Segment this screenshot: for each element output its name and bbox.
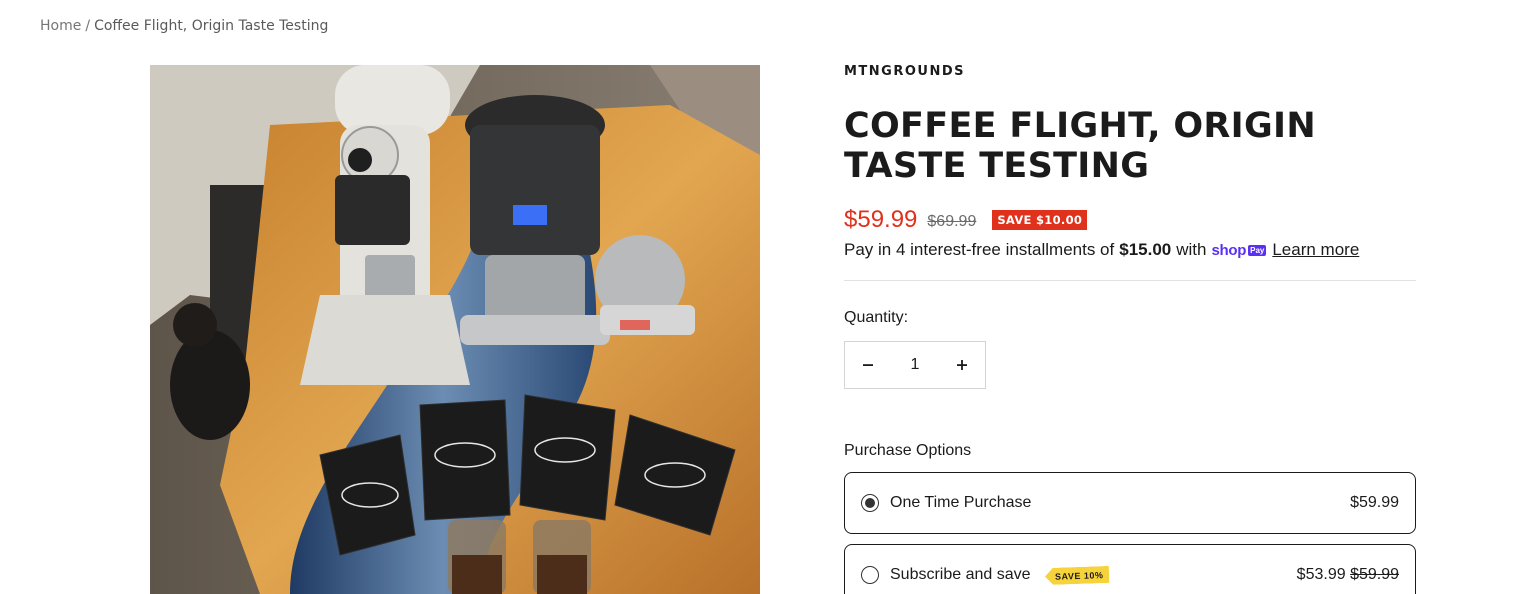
quantity-stepper [844, 341, 986, 389]
purchase-option-subscribe[interactable]: Subscribe and save SAVE 10% $53.99 $59.9… [844, 544, 1416, 594]
price-row: $59.99 $69.99 SAVE $10.00 [844, 206, 1088, 234]
quantity-increase-button[interactable] [939, 342, 985, 388]
breadcrumb: Home / Coffee Flight, Origin Taste Testing [40, 18, 328, 34]
product-photo-illustration [150, 65, 760, 594]
subscribe-price: $53.99 [1296, 566, 1346, 583]
quantity-input[interactable] [891, 356, 939, 374]
installments-with: with [1176, 240, 1207, 259]
quantity-decrease-button[interactable] [845, 342, 891, 388]
breadcrumb-home-link[interactable]: Home [40, 18, 81, 34]
plus-icon [957, 360, 967, 370]
installment-amount: $15.00 [1119, 240, 1172, 259]
breadcrumb-separator: / [85, 18, 91, 34]
minus-icon [863, 364, 873, 366]
product-title: Coffee Flight, Origin Taste Testing [844, 106, 1316, 186]
divider [844, 280, 1416, 281]
product-page: Home / Coffee Flight, Origin Taste Testing [0, 0, 1530, 594]
sale-price: $59.99 [844, 206, 918, 233]
purchase-options-label: Purchase Options [844, 442, 972, 459]
purchase-option-label: One Time Purchase [890, 494, 1032, 511]
purchase-option-price: $59.99 [1350, 494, 1399, 511]
learn-more-link[interactable]: Learn more [1272, 240, 1359, 260]
radio-selected-icon[interactable] [861, 494, 879, 512]
purchase-option-label: Subscribe and save [890, 566, 1031, 583]
shop-pay-wordmark: shop [1211, 241, 1247, 259]
save-badge: SAVE $10.00 [992, 210, 1088, 230]
shop-pay-logo-icon: shop Pay [1211, 241, 1267, 259]
subscribe-compare-price: $59.99 [1350, 566, 1399, 583]
save-tag-badge: SAVE 10% [1044, 565, 1109, 584]
radio-unselected-icon[interactable] [861, 566, 879, 584]
compare-price: $69.99 [927, 213, 977, 230]
product-image[interactable] [150, 65, 760, 594]
quantity-label: Quantity: [844, 309, 909, 326]
breadcrumb-current: Coffee Flight, Origin Taste Testing [94, 18, 329, 34]
shop-pay-badge: Pay [1248, 244, 1267, 256]
shop-pay-installments: Pay in 4 interest-free installments of $… [844, 240, 1416, 260]
purchase-option-price: $53.99 $59.99 [1297, 566, 1399, 584]
installments-text: Pay in 4 interest-free installments of [844, 240, 1115, 259]
purchase-option-one-time[interactable]: One Time Purchase $59.99 [844, 472, 1416, 534]
product-vendor[interactable]: MTNGROUNDS [844, 64, 965, 79]
